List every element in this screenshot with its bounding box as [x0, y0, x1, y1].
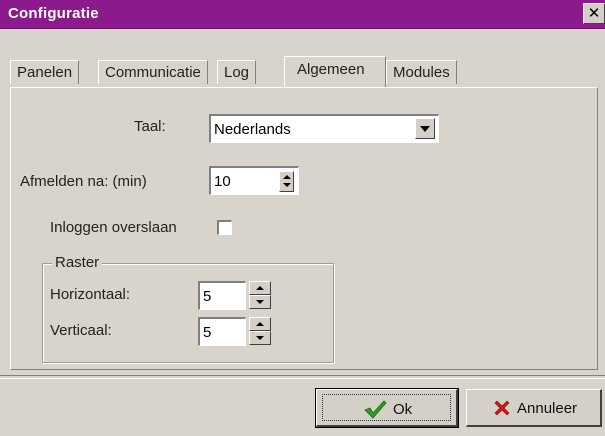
horizontal-label: Horizontaal:: [50, 286, 131, 303]
logout-minutes-value: 10: [214, 173, 231, 190]
ok-button[interactable]: Ok: [315, 388, 459, 428]
spin-down-icon: [256, 300, 264, 304]
ok-label: Ok: [393, 400, 413, 418]
horizontal-field[interactable]: 5: [198, 281, 246, 310]
tab-strip: Panelen Communicatie Log Algemeen Module…: [10, 56, 600, 87]
spin-up-icon: [256, 286, 264, 290]
spin-down-icon: [256, 336, 264, 340]
horizontal-spin-up[interactable]: [249, 281, 271, 295]
check-icon: [364, 400, 387, 419]
logout-spin-button[interactable]: [279, 171, 294, 192]
cross-icon: [494, 400, 510, 416]
tab-algemeen[interactable]: Algemeen: [284, 56, 386, 87]
horizontal-value: 5: [203, 288, 212, 305]
chevron-down-icon: [420, 126, 430, 132]
vertical-spin-down[interactable]: [249, 331, 271, 345]
vertical-label: Verticaal:: [50, 322, 112, 339]
vertical-field[interactable]: 5: [198, 317, 246, 346]
tab-panelen[interactable]: Panelen: [10, 60, 80, 84]
title-bar: Configuratie ✕: [0, 0, 605, 29]
tab-label: Modules: [393, 64, 450, 81]
grid-groupbox: [42, 263, 334, 363]
cancel-button[interactable]: Annuleer: [466, 389, 602, 427]
language-dropdown-button[interactable]: [415, 118, 435, 139]
button-divider: [0, 375, 605, 379]
close-button[interactable]: ✕: [583, 3, 605, 24]
language-select[interactable]: Nederlands: [209, 114, 439, 143]
vertical-value: 5: [203, 324, 212, 341]
skip-login-label: Inloggen overslaan: [50, 219, 177, 236]
ok-button-content: Ok: [363, 399, 412, 419]
spin-up-icon: [256, 322, 264, 326]
tab-label: Algemeen: [297, 61, 365, 78]
tab-communicatie[interactable]: Communicatie: [98, 60, 208, 84]
spin-up-icon: [283, 175, 291, 179]
tab-modules[interactable]: Modules: [386, 60, 457, 84]
tab-label: Panelen: [17, 64, 73, 81]
spin-down-icon: [283, 183, 291, 187]
cancel-button-content: Annuleer: [493, 399, 577, 417]
skip-login-checkbox[interactable]: [217, 220, 232, 235]
window-title: Configuratie: [8, 5, 99, 22]
tab-label: Log: [224, 64, 250, 81]
tab-label: Communicatie: [105, 64, 201, 81]
tab-log[interactable]: Log: [217, 60, 257, 84]
vertical-spin-up[interactable]: [249, 317, 271, 331]
language-value: Nederlands: [214, 121, 291, 138]
horizontal-spin-down[interactable]: [249, 295, 271, 309]
close-icon: ✕: [587, 5, 601, 22]
config-dialog: Configuratie ✕ Panelen Communicatie Log …: [0, 0, 605, 436]
language-label: Taal:: [134, 118, 166, 135]
logout-label: Afmelden na: (min): [20, 173, 147, 190]
cancel-label: Annuleer: [517, 399, 578, 417]
logout-minutes-field[interactable]: 10: [209, 166, 299, 195]
grid-group-title: Raster: [52, 254, 103, 271]
